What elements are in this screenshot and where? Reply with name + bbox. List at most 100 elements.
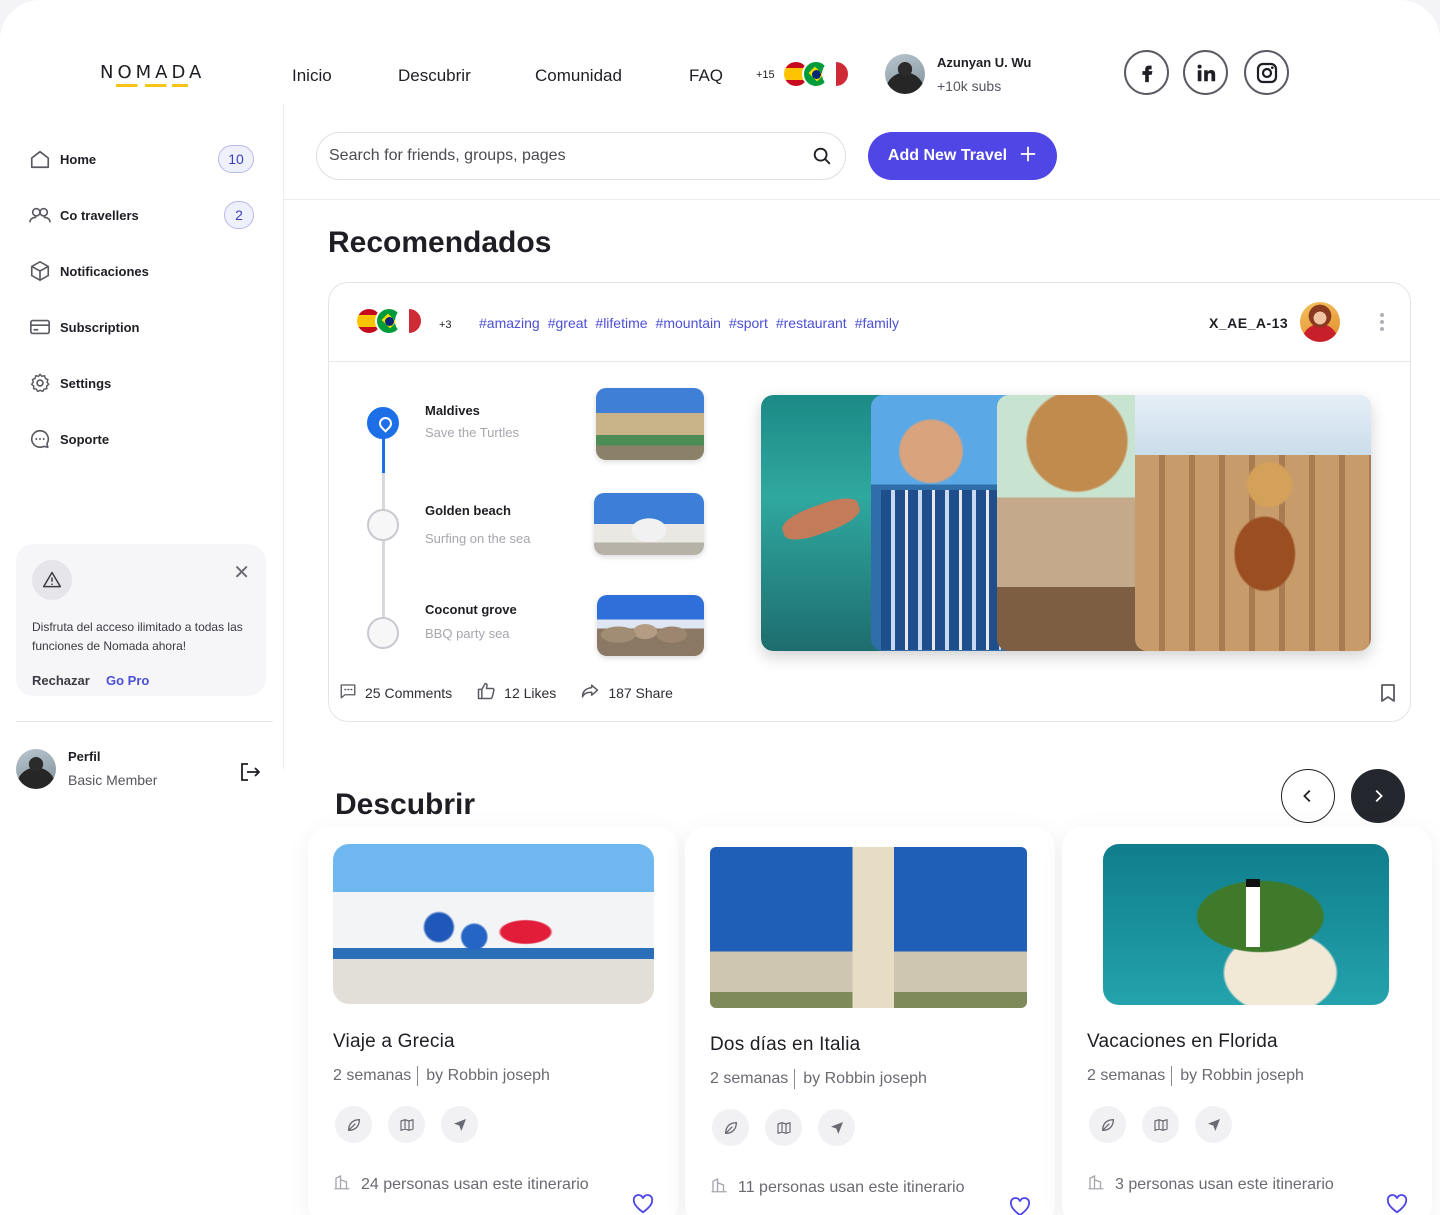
facebook-icon[interactable] — [1124, 50, 1169, 95]
heart-icon[interactable] — [1009, 1197, 1031, 1215]
photo-collage[interactable] — [761, 395, 1371, 651]
hashtag[interactable]: #sport — [729, 315, 768, 331]
navigation-icon[interactable] — [1195, 1106, 1232, 1143]
header-divider — [284, 199, 1440, 200]
card-title[interactable]: Dos días en Italia — [710, 1034, 860, 1056]
search-icon[interactable] — [811, 145, 833, 172]
hashtag[interactable]: #lifetime — [595, 315, 647, 331]
sidebar-item-notificaciones[interactable]: Notificaciones — [28, 256, 260, 286]
map-icon[interactable] — [388, 1106, 425, 1143]
logo-underline — [116, 84, 188, 87]
stop-subtitle: Surfing on the sea — [425, 531, 531, 546]
leaf-icon[interactable] — [712, 1109, 749, 1146]
hashtag[interactable]: #family — [855, 315, 899, 331]
user-subscribers: +10k subs — [937, 78, 1002, 94]
hashtag[interactable]: #mountain — [656, 315, 721, 331]
likes-count: 12 Likes — [504, 684, 557, 701]
more-options-icon[interactable] — [1380, 313, 1384, 334]
stop-image[interactable] — [594, 493, 704, 555]
timeline-node[interactable] — [367, 617, 399, 649]
reject-button[interactable]: Rechazar — [32, 673, 90, 688]
chevron-left-icon — [1303, 789, 1311, 803]
card-title[interactable]: Vacaciones en Florida — [1087, 1031, 1278, 1053]
nav-faq[interactable]: FAQ — [689, 66, 723, 86]
flag-italy-icon — [822, 60, 850, 88]
leaf-icon[interactable] — [335, 1106, 372, 1143]
nav-inicio[interactable]: Inicio — [292, 66, 332, 86]
timeline-node[interactable] — [367, 509, 399, 541]
sidebar-item-subscription[interactable]: Subscription — [28, 312, 260, 342]
card-icon — [28, 315, 52, 339]
card-image-greece[interactable] — [333, 844, 654, 1004]
share-icon — [580, 681, 600, 704]
card-icon-row — [712, 1109, 855, 1146]
flag-italy-icon — [395, 307, 423, 335]
like-button[interactable]: 12 Likes — [476, 681, 556, 704]
recommended-card: +3 #amazing #great #lifetime #mountain #… — [328, 282, 1411, 722]
nav-descubrir[interactable]: Descubrir — [398, 66, 471, 86]
language-extra-count: +15 — [756, 69, 775, 81]
heart-icon[interactable] — [1386, 1194, 1408, 1215]
card-author: by Robbin joseph — [426, 1067, 550, 1084]
flags-extra-count: +3 — [439, 319, 452, 331]
share-button[interactable]: 187 Share — [580, 681, 673, 704]
card-header-divider — [329, 361, 1410, 362]
thumbs-up-icon — [476, 681, 496, 704]
go-pro-button[interactable]: Go Pro — [106, 673, 149, 688]
stop-title: Coconut grove — [425, 602, 517, 617]
sidebar-item-label: Notificaciones — [60, 263, 149, 279]
user-avatar[interactable] — [885, 54, 925, 94]
nav-comunidad[interactable]: Comunidad — [535, 66, 622, 86]
bookmark-icon[interactable] — [1380, 683, 1396, 708]
hashtag[interactable]: #great — [548, 315, 588, 331]
navigation-icon[interactable] — [441, 1106, 478, 1143]
navigation-icon[interactable] — [818, 1109, 855, 1146]
sidebar-item-soporte[interactable]: Soporte — [28, 424, 260, 454]
profile-avatar[interactable] — [16, 749, 56, 789]
app-frame: NOMADA Inicio Descubrir Comunidad FAQ +1… — [0, 0, 1440, 1215]
promo-message: Disfruta del acceso ilimitado a todas la… — [32, 620, 243, 653]
search-input[interactable] — [329, 147, 799, 165]
home-count-badge: 10 — [218, 145, 254, 173]
hashtag[interactable]: #amazing — [479, 315, 540, 331]
location-pin-icon[interactable] — [367, 407, 399, 439]
sidebar-item-home[interactable]: Home 10 — [28, 144, 260, 174]
close-icon[interactable]: ✕ — [233, 560, 250, 585]
card-image-italy[interactable] — [710, 847, 1027, 1008]
card-image-florida[interactable] — [1103, 844, 1389, 1005]
logout-icon[interactable] — [238, 760, 262, 789]
carousel-prev-button[interactable] — [1281, 769, 1335, 823]
sidebar-item-co-travellers[interactable]: Co travellers 2 — [28, 200, 260, 230]
instagram-icon[interactable] — [1244, 50, 1289, 95]
heart-icon[interactable] — [632, 1194, 654, 1215]
building-icon — [710, 1176, 728, 1199]
logo[interactable]: NOMADA — [100, 62, 205, 83]
card-usage: 3 personas usan este itinerario — [1087, 1173, 1334, 1196]
card-title[interactable]: Viaje a Grecia — [333, 1031, 455, 1053]
post-actions: 25 Comments 12 Likes 187 Share — [339, 681, 697, 704]
map-icon[interactable] — [765, 1109, 802, 1146]
add-new-travel-button[interactable]: Add New Travel — [868, 132, 1057, 180]
author-name[interactable]: X_AE_A-13 — [1209, 315, 1288, 331]
chevron-right-icon — [1375, 789, 1383, 803]
sidebar-item-settings[interactable]: Settings — [28, 368, 260, 398]
card-icon-row — [1089, 1106, 1232, 1143]
author-avatar[interactable] — [1300, 302, 1340, 342]
map-icon[interactable] — [1142, 1106, 1179, 1143]
stop-image[interactable] — [597, 595, 704, 656]
linkedin-icon[interactable] — [1183, 50, 1228, 95]
card-duration: 2 semanas — [710, 1070, 789, 1087]
hashtag[interactable]: #restaurant — [776, 315, 847, 331]
leaf-icon[interactable] — [1089, 1106, 1126, 1143]
add-new-travel-label: Add New Travel — [887, 147, 1008, 164]
sidebar-item-label: Co travellers — [60, 207, 139, 223]
stop-subtitle: BBQ party sea — [425, 626, 510, 641]
stop-image[interactable] — [596, 388, 704, 460]
card-usage: 11 personas usan este itinerario — [710, 1176, 965, 1199]
stop-title: Maldives — [425, 403, 480, 418]
co-travellers-count-badge: 2 — [224, 201, 254, 229]
carousel-next-button[interactable] — [1351, 769, 1405, 823]
comments-button[interactable]: 25 Comments — [339, 682, 452, 703]
hashtag-list: #amazing #great #lifetime #mountain #spo… — [479, 315, 899, 331]
card-icon-row — [335, 1106, 478, 1143]
